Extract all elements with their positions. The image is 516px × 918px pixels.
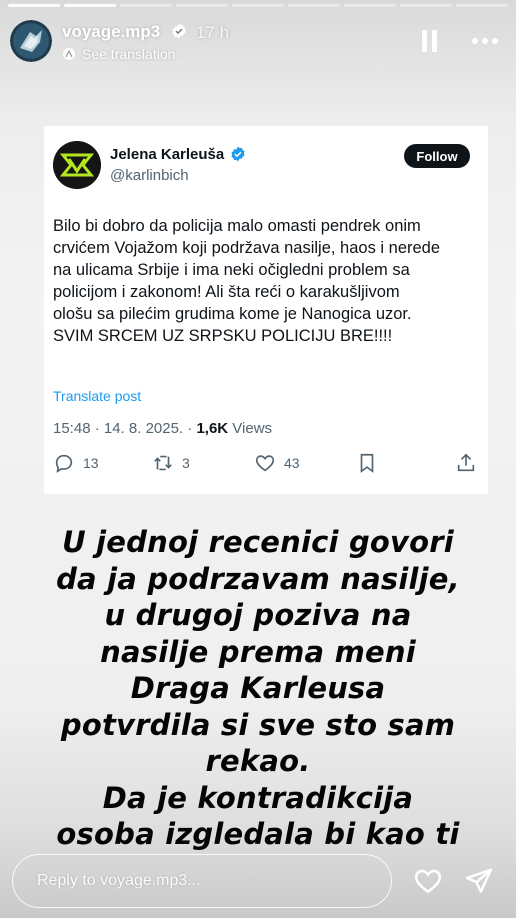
tweet-text: Bilo bi dobro da policija malo omasti pe… bbox=[53, 217, 441, 345]
more-icon[interactable] bbox=[472, 32, 502, 50]
share-icon bbox=[455, 452, 477, 474]
heart-icon[interactable] bbox=[412, 866, 444, 901]
verified-icon bbox=[230, 146, 246, 167]
progress-segment bbox=[176, 4, 228, 7]
retweet-count: 3 bbox=[182, 455, 190, 471]
progress-segment bbox=[232, 4, 284, 7]
caption-line: potvrdila si sve sto sam bbox=[60, 707, 456, 742]
progress-segment bbox=[288, 4, 340, 7]
translate-icon bbox=[63, 48, 75, 60]
tweet-views-count: 1,6K bbox=[196, 420, 229, 437]
caption-line: Da je kontradikcija bbox=[102, 780, 414, 815]
progress-segment bbox=[344, 4, 396, 7]
bookmark-icon bbox=[356, 452, 378, 474]
reply-icon bbox=[55, 454, 73, 473]
tweet-views-label: Views bbox=[228, 420, 273, 437]
caption-line: osoba izgledala bi kao ti bbox=[56, 817, 460, 851]
reply-action: 13 bbox=[53, 452, 99, 474]
see-translation-label: See translation bbox=[82, 46, 176, 62]
progress-segment bbox=[400, 4, 452, 7]
story-caption: U jednoj recenici govori da ja podrzavam… bbox=[0, 524, 516, 853]
pause-icon[interactable] bbox=[420, 30, 440, 52]
tweet-avatar bbox=[53, 141, 101, 189]
reply-count: 13 bbox=[83, 455, 99, 471]
caption-line: rekao. bbox=[205, 744, 311, 778]
story-progress-bar bbox=[8, 4, 508, 7]
tweet-author-handle: @karlinbich bbox=[110, 167, 189, 184]
caption-line: U jednoj recenici govori bbox=[62, 525, 454, 559]
send-icon[interactable] bbox=[464, 866, 494, 901]
caption-line: nasilje prema meni bbox=[100, 634, 416, 669]
follow-button: Follow bbox=[404, 144, 470, 168]
avatar[interactable] bbox=[10, 20, 52, 62]
tweet-meta: 15:48 · 14. 8. 2025. · 1,6K Views bbox=[53, 420, 272, 437]
reply-input[interactable]: Reply to voyage.mp3... bbox=[12, 854, 392, 908]
like-count: 43 bbox=[284, 455, 300, 471]
tweet-actions: 13 3 43 bbox=[53, 452, 477, 474]
like-action: 43 bbox=[254, 452, 300, 474]
see-translation-link[interactable]: See translation bbox=[62, 46, 175, 62]
translate-post-link: Translate post bbox=[53, 388, 142, 404]
progress-segment bbox=[120, 4, 172, 7]
story-footer: Reply to voyage.mp3... bbox=[0, 852, 516, 912]
like-icon bbox=[255, 455, 275, 472]
caption-line: u drugoj poziva na bbox=[104, 598, 412, 632]
retweet-icon bbox=[154, 455, 172, 471]
story-time: 17 h bbox=[196, 23, 230, 42]
retweet-action: 3 bbox=[152, 452, 190, 474]
tweet-timestamp: 15:48 · 14. 8. 2025. · bbox=[53, 420, 197, 437]
progress-segment bbox=[8, 4, 60, 7]
tweet-screenshot: Jelena Karleuša @karlinbich Follow Bilo … bbox=[44, 126, 488, 494]
story-username[interactable]: voyage.mp3 bbox=[62, 22, 160, 42]
progress-segment bbox=[64, 4, 116, 7]
progress-segment bbox=[456, 4, 508, 7]
verified-icon bbox=[171, 23, 187, 44]
caption-line: Draga Karleusa bbox=[130, 671, 386, 705]
reply-placeholder: Reply to voyage.mp3... bbox=[37, 872, 201, 889]
caption-line: da ja podrzavam nasilje, bbox=[56, 561, 460, 596]
story-header: voyage.mp3 17 h See translation bbox=[10, 18, 506, 66]
tweet-author-name: Jelena Karleuša bbox=[110, 146, 225, 163]
